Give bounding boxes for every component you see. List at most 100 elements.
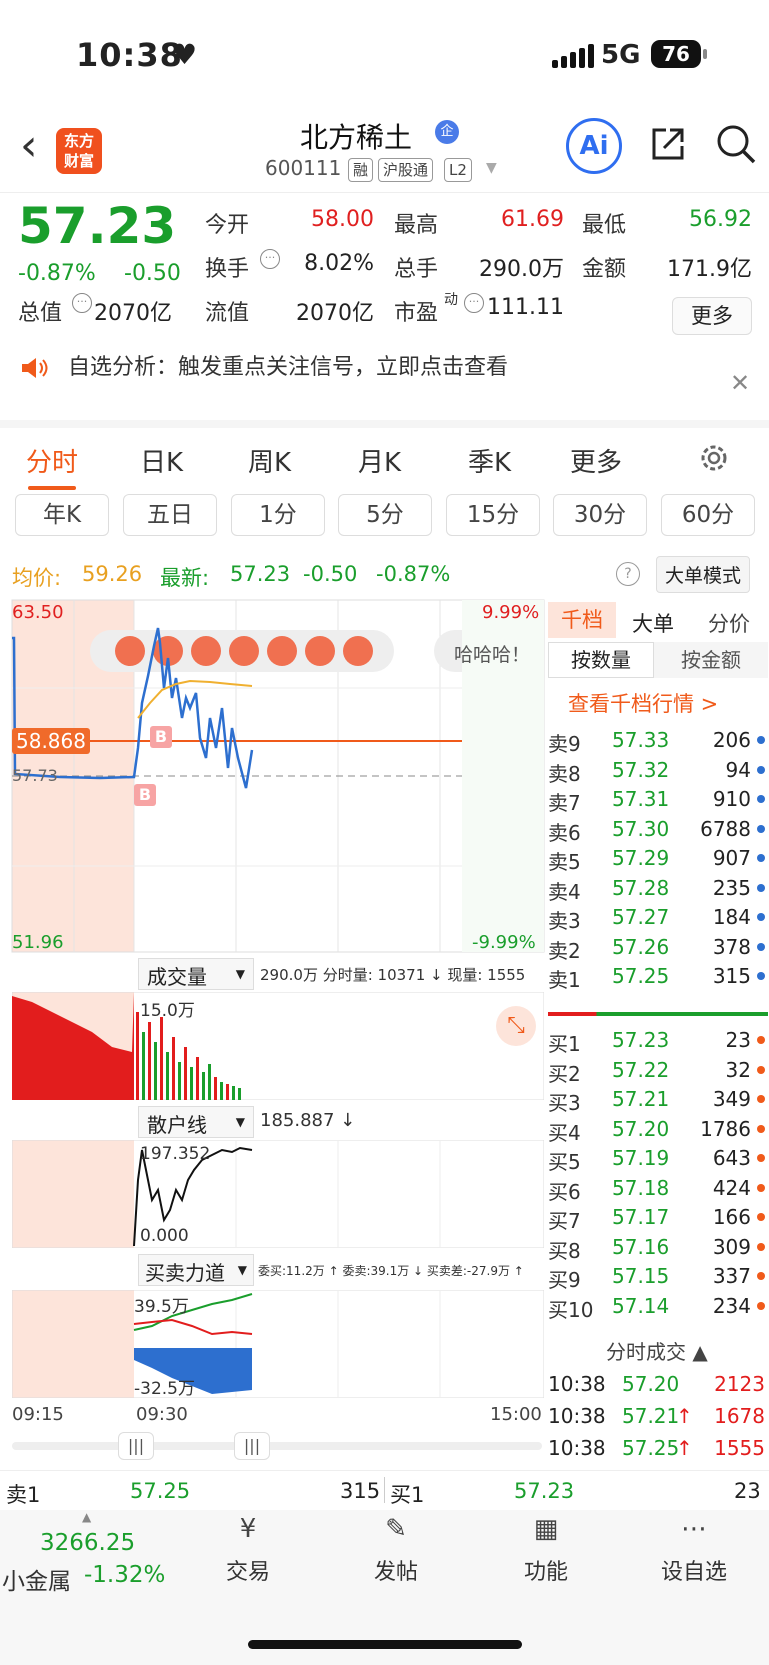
signal-icon [552,44,597,68]
retail-indicator-select[interactable]: 散户线 ▼ [138,1106,254,1138]
gear-icon[interactable] [698,442,730,474]
bids-row[interactable]: 买4 57.20 1786 [546,1115,769,1145]
volume-value: 290.0万 [479,257,564,282]
index-value[interactable]: 3266.25 [40,1530,135,1556]
float-cap-value: 2070亿 [296,301,374,326]
time-scroll-track[interactable] [12,1442,542,1450]
asks-volume: 910 [712,787,751,811]
turnover-value: 8.02% [304,251,374,276]
tab-big-order[interactable]: 大单 [632,608,674,638]
nav-post[interactable]: ✎ 发帖 [346,1514,446,1586]
period-1m[interactable]: 1分 [231,494,325,536]
period-15m[interactable]: 15分 [446,494,540,536]
nav-trade[interactable]: ¥ 交易 [198,1514,298,1586]
bids-row[interactable]: 买7 57.17 166 [546,1203,769,1233]
app-logo[interactable]: 东方 财富 [56,128,102,174]
notice-text[interactable]: 自选分析：触发重点关注信号，立即点击查看 [68,349,508,381]
volume-chart [12,992,544,1100]
period-5day[interactable]: 五日 [123,494,217,536]
battery-tip [703,49,707,59]
by-amount-button[interactable]: 按金额 [654,642,768,678]
asks-price: 57.31 [612,787,670,811]
close-icon[interactable]: ✕ [730,369,750,397]
bids-price: 57.19 [612,1146,670,1170]
volume-label: 总手 [394,257,439,282]
asks-label: 卖9 [548,732,581,756]
dot-icon [757,883,765,892]
tab-price-dist[interactable]: 分价 [708,608,750,638]
asks-row[interactable]: 卖2 57.26 378 [546,933,769,963]
depth-link[interactable]: 查看千档行情 > [568,688,718,718]
index-pct[interactable]: -1.32% [84,1562,165,1588]
bids-label: 买8 [548,1238,581,1263]
bids-price: 57.23 [612,1028,670,1052]
chart-tabs: 分时 日K 周K 月K 季K 更多 [0,420,769,490]
bids-volume: 234 [712,1293,751,1318]
share-icon[interactable] [648,124,688,164]
asks-volume: 235 [712,875,751,900]
scroll-handle-right[interactable]: ||| [234,1432,270,1460]
more-button[interactable]: 更多 [672,297,752,335]
tab-more[interactable]: 更多 [570,442,622,479]
tab-intraday[interactable]: 分时 [26,442,78,479]
force-indicator-select[interactable]: 买卖力道 ▼ [138,1254,254,1286]
help-icon[interactable]: ? [616,562,640,586]
index-name[interactable]: 小金属 [2,1562,71,1596]
asks-volume: 378 [712,934,751,959]
bids-row[interactable]: 买8 57.16 309 [546,1233,769,1263]
tab-week-k[interactable]: 周K [248,442,291,479]
scroll-handle-left[interactable]: ||| [118,1432,154,1460]
asks-row[interactable]: 卖7 57.31 910 [546,785,769,815]
ai-button[interactable]: Ai [566,118,622,174]
asks-row[interactable]: 卖5 57.29 907 [546,844,769,874]
bids-row[interactable]: 买3 57.21 349 [546,1085,769,1115]
nav-functions[interactable]: ▦ 功能 [496,1514,596,1586]
big-order-mode-button[interactable]: 大单模式 [656,556,751,593]
asks-row[interactable]: 卖3 57.27 184 [546,903,769,933]
asks-row[interactable]: 卖1 57.25 315 [546,962,769,992]
period-60m[interactable]: 60分 [661,494,755,536]
asks-row[interactable]: 卖8 57.32 94 [546,756,769,786]
nav-add-watchlist[interactable]: ⋯ 设自选 [644,1514,744,1586]
period-30m[interactable]: 30分 [553,494,647,536]
asks-label: 卖8 [548,761,581,786]
trades-title[interactable]: 分时成交 ▲ [606,1336,708,1365]
bids-volume: 32 [725,1057,751,1082]
dropdown-icon[interactable]: ▼ [486,160,497,176]
bids-row[interactable]: 买6 57.18 424 [546,1174,769,1204]
info-icon[interactable]: ··· [464,293,484,313]
by-qty-button[interactable]: 按数量 [548,642,654,678]
asks-row[interactable]: 卖4 57.28 235 [546,874,769,904]
dot-icon [757,1242,765,1251]
bids-price: 57.18 [612,1175,670,1200]
bids-row[interactable]: 买1 57.23 23 [546,1026,769,1056]
open-value: 58.00 [311,207,374,232]
back-icon[interactable]: ‹ [20,124,38,168]
search-icon[interactable] [714,122,758,166]
volume-indicator-select[interactable]: 成交量 ▼ [138,958,254,990]
asks-row[interactable]: 卖6 57.30 6788 [546,815,769,845]
tab-depth[interactable]: 千档 [548,602,616,638]
tab-month-k[interactable]: 月K [358,442,401,479]
tab-season-k[interactable]: 季K [468,442,511,479]
period-5m[interactable]: 5分 [338,494,432,536]
period-year-k[interactable]: 年K [15,494,109,536]
open-label: 今开 [205,213,250,238]
bids-row[interactable]: 买2 57.22 32 [546,1056,769,1086]
bids-row[interactable]: 买10 57.14 234 [546,1292,769,1322]
asks-row[interactable]: 卖9 57.33 206 [546,726,769,756]
dot-icon [757,824,765,833]
bids-row[interactable]: 买9 57.15 337 [546,1262,769,1292]
notice-bar[interactable]: 自选分析：触发重点关注信号，立即点击查看 ✕ [0,347,769,419]
dot-icon [757,795,765,803]
battery-icon: 76 [651,40,701,68]
chevron-up-icon[interactable]: ▲ [82,1510,91,1524]
expand-icon[interactable]: ⤡ [496,1006,536,1046]
tab-day-k[interactable]: 日K [140,442,183,479]
info-icon[interactable]: ··· [72,293,92,313]
info-icon[interactable]: ··· [260,249,280,269]
bids-volume: 1786 [700,1116,751,1141]
ratio-bar [548,1012,768,1016]
bids-row[interactable]: 买5 57.19 643 [546,1144,769,1174]
prev-close-label: 57.73 [12,766,58,785]
